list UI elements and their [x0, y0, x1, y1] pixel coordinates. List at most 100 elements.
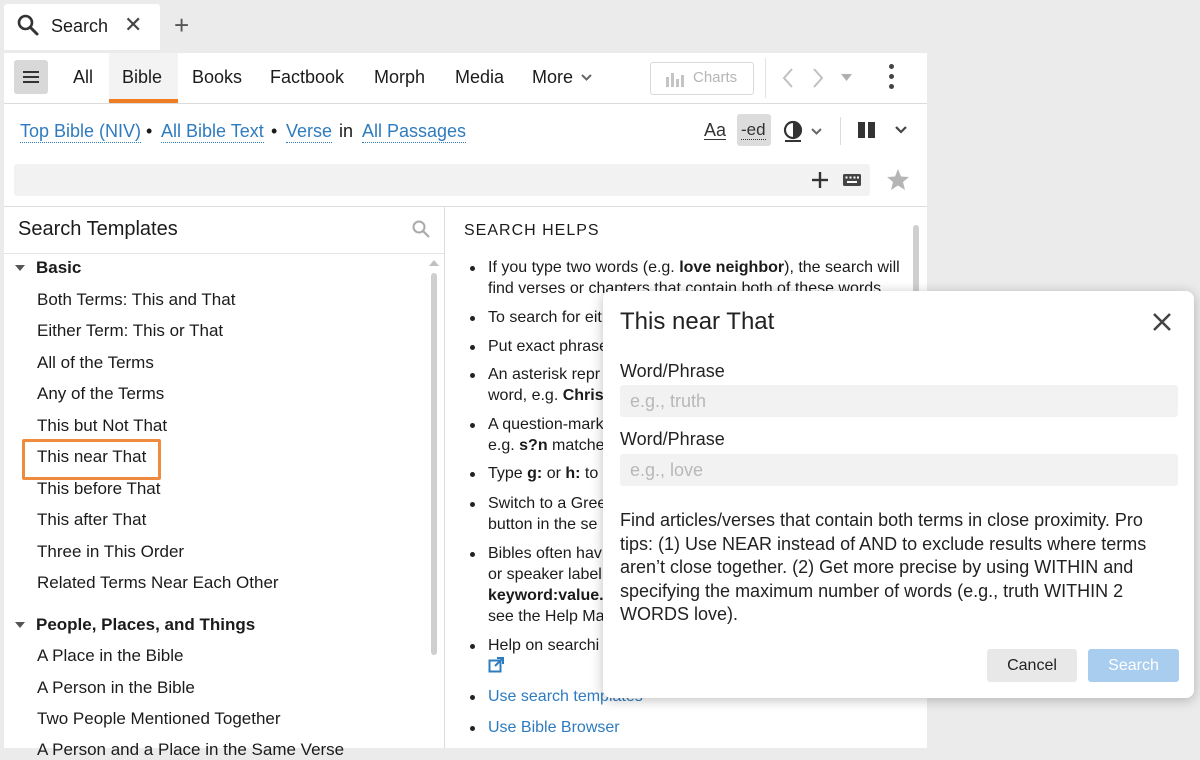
tab-label: Search	[51, 16, 109, 36]
separator-dot: •	[146, 121, 153, 141]
template-item[interactable]: This after That	[37, 510, 146, 530]
help-text: word, e.g.	[488, 387, 563, 404]
help-text: matche	[547, 437, 605, 454]
divider	[840, 117, 841, 145]
word-phrase-input-2[interactable]	[620, 454, 1178, 486]
help-text: or speaker label	[488, 566, 602, 583]
scroll-up-icon[interactable]	[429, 259, 439, 267]
scrollbar[interactable]	[431, 273, 437, 655]
help-text: Help on searchi	[488, 637, 600, 654]
divider	[444, 207, 445, 748]
help-text: A question-mark	[488, 416, 604, 433]
group-people-places-things[interactable]: People, Places, and Things	[36, 615, 255, 635]
word-phrase-label-1: Word/Phrase	[620, 361, 725, 381]
help-text: If you type two words (e.g.	[488, 259, 680, 276]
back-icon[interactable]	[781, 67, 795, 89]
search-button[interactable]: Search	[1088, 649, 1179, 682]
tab-books[interactable]: Books	[192, 67, 242, 88]
in-label: in	[339, 121, 354, 141]
kebab-icon[interactable]	[889, 64, 894, 89]
chevron-down-icon[interactable]	[894, 125, 908, 135]
columns-icon[interactable]	[857, 121, 877, 139]
bullet	[470, 316, 475, 321]
divider	[765, 58, 766, 98]
tab-bible[interactable]: Bible	[122, 67, 162, 88]
chevron-down-icon[interactable]	[810, 127, 823, 136]
use-bible-browser-link[interactable]: Use Bible Browser	[488, 717, 913, 738]
template-item[interactable]: Related Terms Near Each Other	[37, 573, 279, 593]
template-item[interactable]: Any of the Terms	[37, 384, 164, 404]
verse-link[interactable]: Verse	[286, 121, 333, 143]
external-link-icon[interactable]	[488, 657, 504, 673]
tab-all[interactable]: All	[73, 67, 93, 88]
help-text: Type	[488, 465, 528, 482]
bullet	[470, 695, 475, 700]
template-item[interactable]: Both Terms: This and That	[37, 290, 235, 310]
add-tab-button[interactable]: +	[174, 12, 189, 38]
bullet	[470, 726, 475, 731]
collapse-triangle-icon[interactable]	[15, 265, 25, 271]
top-bible-link[interactable]: Top Bible (NIV)	[20, 121, 142, 143]
help-text: ), the search will	[784, 259, 900, 276]
dialog-description: Find articles/verses that contain both t…	[620, 510, 1147, 624]
help-text: g:	[527, 465, 543, 482]
group-basic[interactable]: Basic	[36, 258, 81, 278]
search-helps-title: SEARCH HELPS	[464, 222, 600, 239]
all-bible-text-link[interactable]: All Bible Text	[161, 121, 264, 143]
font-icon[interactable]: Aa	[704, 121, 727, 140]
chevron-down-icon[interactable]	[580, 73, 593, 82]
search-input[interactable]	[14, 164, 870, 196]
template-item[interactable]: Three in This Order	[37, 542, 184, 562]
globe-icon[interactable]	[782, 119, 806, 143]
ed-icon[interactable]: -ed	[741, 121, 766, 140]
template-item[interactable]: This but Not That	[37, 416, 167, 436]
word-phrase-label-2: Word/Phrase	[620, 429, 725, 449]
template-item[interactable]: A Person in the Bible	[37, 678, 195, 698]
cancel-button[interactable]: Cancel	[987, 649, 1077, 682]
all-passages-link[interactable]: All Passages	[362, 121, 467, 143]
help-text: Chris	[562, 387, 604, 404]
template-item-selected[interactable]: This near That	[37, 447, 146, 467]
divider	[4, 253, 444, 254]
help-text: Switch to a Gree	[488, 495, 607, 512]
menu-icon[interactable]	[14, 60, 48, 94]
tab-more[interactable]: More	[532, 67, 573, 88]
dialog-title: This near That	[620, 308, 775, 335]
bullet	[470, 423, 475, 428]
template-item[interactable]: This before That	[37, 479, 160, 499]
close-icon[interactable]: ✕	[124, 12, 142, 38]
help-text: keyword:value.	[488, 587, 604, 604]
template-item[interactable]: Either Term: This or That	[37, 321, 223, 341]
template-dialog	[603, 291, 1194, 698]
help-text: Put exact phrase	[488, 338, 609, 355]
plus-icon[interactable]	[810, 170, 830, 190]
word-phrase-input-1[interactable]	[620, 385, 1178, 417]
search-icon[interactable]	[411, 219, 431, 239]
help-text: s?n	[519, 437, 548, 454]
charts-button[interactable]: Charts	[650, 62, 754, 95]
help-text: love neighbor	[679, 259, 785, 276]
help-text: e.g.	[488, 437, 520, 454]
bullet	[470, 552, 475, 557]
help-text: or	[542, 465, 566, 482]
bullet	[470, 373, 475, 378]
template-item[interactable]: Two People Mentioned Together	[37, 709, 281, 729]
tab-factbook[interactable]: Factbook	[270, 67, 344, 88]
bullet	[470, 502, 475, 507]
keyboard-icon[interactable]	[842, 173, 862, 187]
template-item[interactable]: A Place in the Bible	[37, 646, 183, 666]
bullet	[470, 266, 475, 271]
history-dropdown-icon[interactable]	[841, 74, 852, 81]
bullet	[470, 644, 475, 649]
template-item[interactable]: A Person and a Place in the Same Verse	[37, 740, 344, 760]
help-text: Bibles often hav	[488, 545, 602, 562]
forward-icon[interactable]	[811, 67, 825, 89]
template-item[interactable]: All of the Terms	[37, 353, 154, 373]
star-icon[interactable]	[886, 168, 910, 191]
close-icon[interactable]	[1151, 311, 1173, 333]
tab-morph[interactable]: Morph	[374, 67, 425, 88]
bullet	[470, 345, 475, 350]
help-text: see the Help Ma	[488, 608, 605, 625]
tab-media[interactable]: Media	[455, 67, 504, 88]
collapse-triangle-icon[interactable]	[15, 622, 25, 628]
